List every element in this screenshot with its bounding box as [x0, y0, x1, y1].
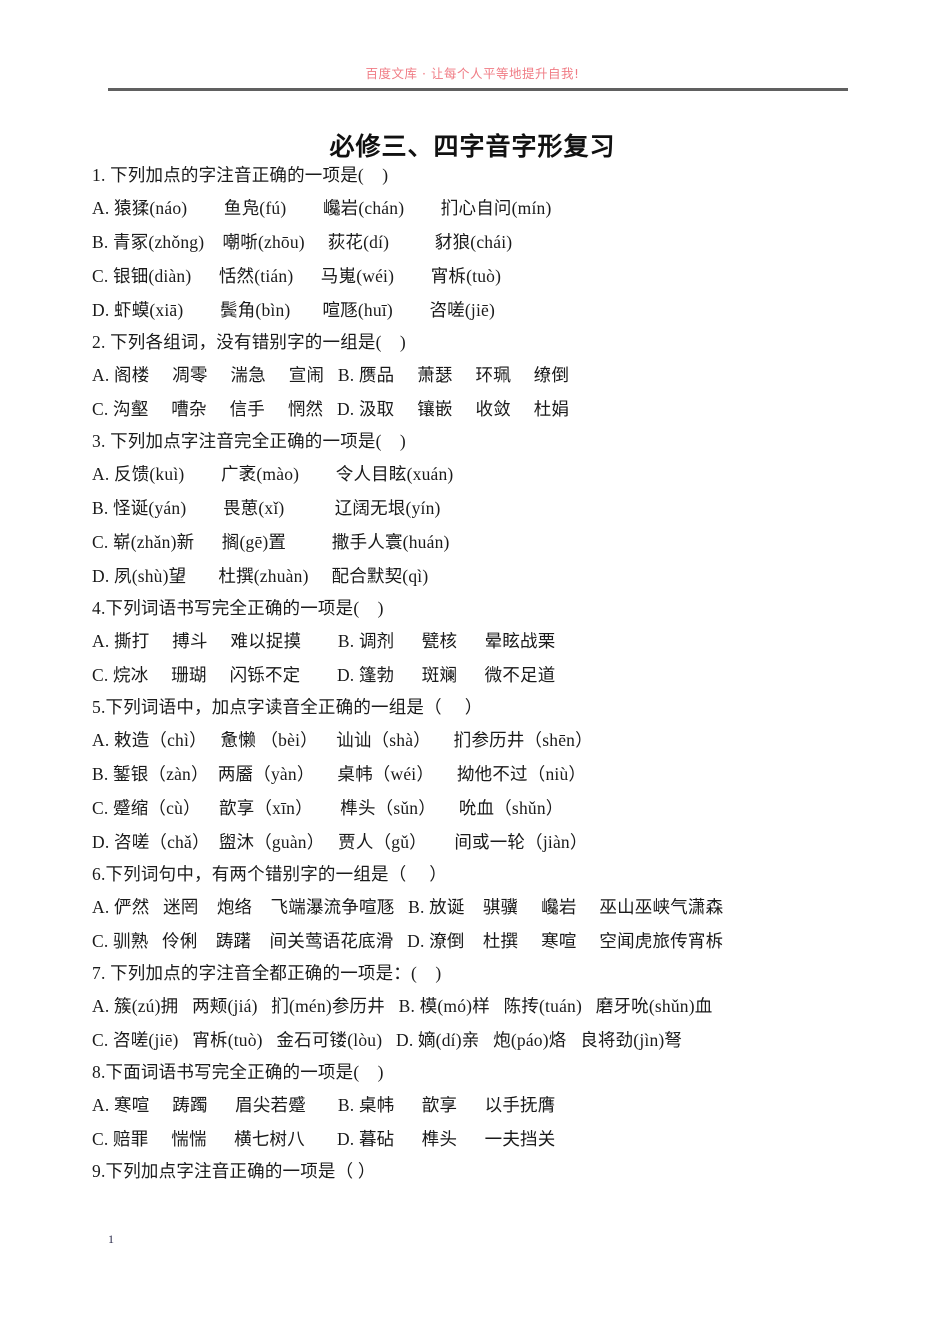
question-block-6: 6.下列词句中，有两个错别字的一组是（ ） A. 俨然 迷罔 炮络 飞端瀑流争喧… [92, 859, 912, 958]
question-block-9: 9.下列加点字注音正确的一项是（ ） [92, 1156, 912, 1186]
question-block-1: 1. 下列加点的字注音正确的一项是( ) A. 猿猱(náo) 鱼凫(fú) 巉… [92, 160, 912, 327]
option-line: C. 沟壑 嘈杂 信手 惘然 D. 汲取 镶嵌 收敛 杜娟 [92, 399, 570, 419]
option-line: D. 夙(shù)望 杜撰(zhuàn) 配合默契(qì) [92, 566, 429, 586]
option-line: A. 撕打 搏斗 难以捉摸 B. 调剂 甓核 晕眩战栗 [92, 631, 556, 651]
option-line: C. 赔罪 惴惴 横七树八 D. 暮砧 榫头 一夫挡关 [92, 1129, 556, 1149]
option-line: A. 阁楼 凋零 湍急 宣闹 B. 赝品 萧瑟 环珮 缭倒 [92, 365, 570, 385]
option-line: C. 银钿(diàn) 恬然(tián) 马嵬(wéi) 宵柝(tuò) [92, 266, 502, 286]
option-line: B. 怪诞(yán) 畏葸(xǐ) 辽阔无垠(yín) [92, 498, 441, 518]
option-line: D. 咨嗟（chǎ） 盥沐（guàn） 贾人（gǔ） 间或一轮（jiàn） [92, 832, 588, 852]
question-stem: 3. 下列加点字注音完全正确的一项是( ) [92, 431, 406, 451]
question-stem: 7. 下列加点的字注音全都正确的一项是：( ) [92, 963, 442, 983]
question-block-7: 7. 下列加点的字注音全都正确的一项是：( ) A. 簇(zú)拥 两颊(jiá… [92, 958, 912, 1057]
question-stem: 8.下面词语书写完全正确的一项是( ) [92, 1062, 384, 1082]
question-block-4: 4.下列词语书写完全正确的一项是( ) A. 撕打 搏斗 难以捉摸 B. 调剂 … [92, 593, 912, 692]
question-stem: 5.下列词语中，加点字读音全正确的一组是（ ） [92, 697, 483, 717]
option-line: C. 烷冰 珊瑚 闪铄不定 D. 篷勃 斑斓 微不足道 [92, 665, 556, 685]
option-line: A. 猿猱(náo) 鱼凫(fú) 巉岩(chán) 扪心自问(mín) [92, 198, 552, 218]
option-line: A. 敕造（chì） 惫懒 （bèi） 讪讪（shà） 扪参历井（shēn） [92, 730, 593, 750]
option-line: B. 錾银（zàn） 两靥（yàn） 桌帏（wéi） 拗他不过（niù） [92, 764, 587, 784]
page-number: 1 [108, 1232, 114, 1246]
option-line: C. 驯熟 伶俐 踌躇 间关莺语花底滑 D. 潦倒 杜撰 寒喧 空闻虎旅传宵柝 [92, 931, 724, 951]
question-block-8: 8.下面词语书写完全正确的一项是( ) A. 寒喧 踌躅 眉尖若蹙 B. 桌帏 … [92, 1057, 912, 1156]
question-list: 1. 下列加点的字注音正确的一项是( ) A. 猿猱(náo) 鱼凫(fú) 巉… [92, 160, 912, 1187]
question-stem: 4.下列词语书写完全正确的一项是( ) [92, 598, 384, 618]
question-stem: 9.下列加点字注音正确的一项是（ ） [92, 1161, 376, 1181]
option-line: C. 咨嗟(jiē) 宵柝(tuò) 金石可镂(lòu) D. 嫡(dí)亲 炮… [92, 1030, 683, 1050]
option-line: A. 寒喧 踌躅 眉尖若蹙 B. 桌帏 歆享 以手抚膺 [92, 1095, 556, 1115]
option-line: A. 俨然 迷罔 炮络 飞端瀑流争喧豗 B. 放诞 骐骥 巉岩 巫山巫峡气潇森 [92, 897, 724, 917]
option-line: B. 青冢(zhǒng) 嘲哳(zhōu) 荻花(dí) 豺狼(chái) [92, 232, 513, 252]
option-line: C. 崭(zhǎn)新 搁(gē)置 撒手人寰(huán) [92, 532, 450, 552]
option-line: A. 簇(zú)拥 两颊(jiá) 扪(mén)参历井 B. 模(mó)样 陈抟… [92, 996, 713, 1016]
header-divider [108, 88, 848, 91]
question-block-5: 5.下列词语中，加点字读音全正确的一组是（ ） A. 敕造（chì） 惫懒 （b… [92, 692, 912, 859]
option-line: D. 虾蟆(xiā) 鬓角(bìn) 喧豗(huī) 咨嗟(jiē) [92, 300, 496, 320]
page-title: 必修三、四字音字形复习 [329, 131, 616, 161]
option-line: C. 蹙缩（cù） 歆享（xīn） 榫头（sǔn） 吮血（shǔn） [92, 798, 564, 818]
baidu-wenku-watermark: 百度文库 · 让每个人平等地提升自我! [365, 66, 580, 81]
question-stem: 2. 下列各组词，没有错别字的一组是( ) [92, 332, 406, 352]
question-stem: 6.下列词句中，有两个错别字的一组是（ ） [92, 864, 447, 884]
option-line: A. 反馈(kuì) 广袤(mào) 令人目眩(xuán) [92, 464, 454, 484]
document-page: 百度文库 · 让每个人平等地提升自我! 必修三、四字音字形复习 1. 下列加点的… [0, 0, 945, 1336]
question-block-2: 2. 下列各组词，没有错别字的一组是( ) A. 阁楼 凋零 湍急 宣闹 B. … [92, 327, 912, 426]
page-header: 百度文库 · 让每个人平等地提升自我! [0, 0, 945, 100]
question-block-3: 3. 下列加点字注音完全正确的一项是( ) A. 反馈(kuì) 广袤(mào)… [92, 426, 912, 593]
question-stem: 1. 下列加点的字注音正确的一项是( ) [92, 165, 389, 185]
